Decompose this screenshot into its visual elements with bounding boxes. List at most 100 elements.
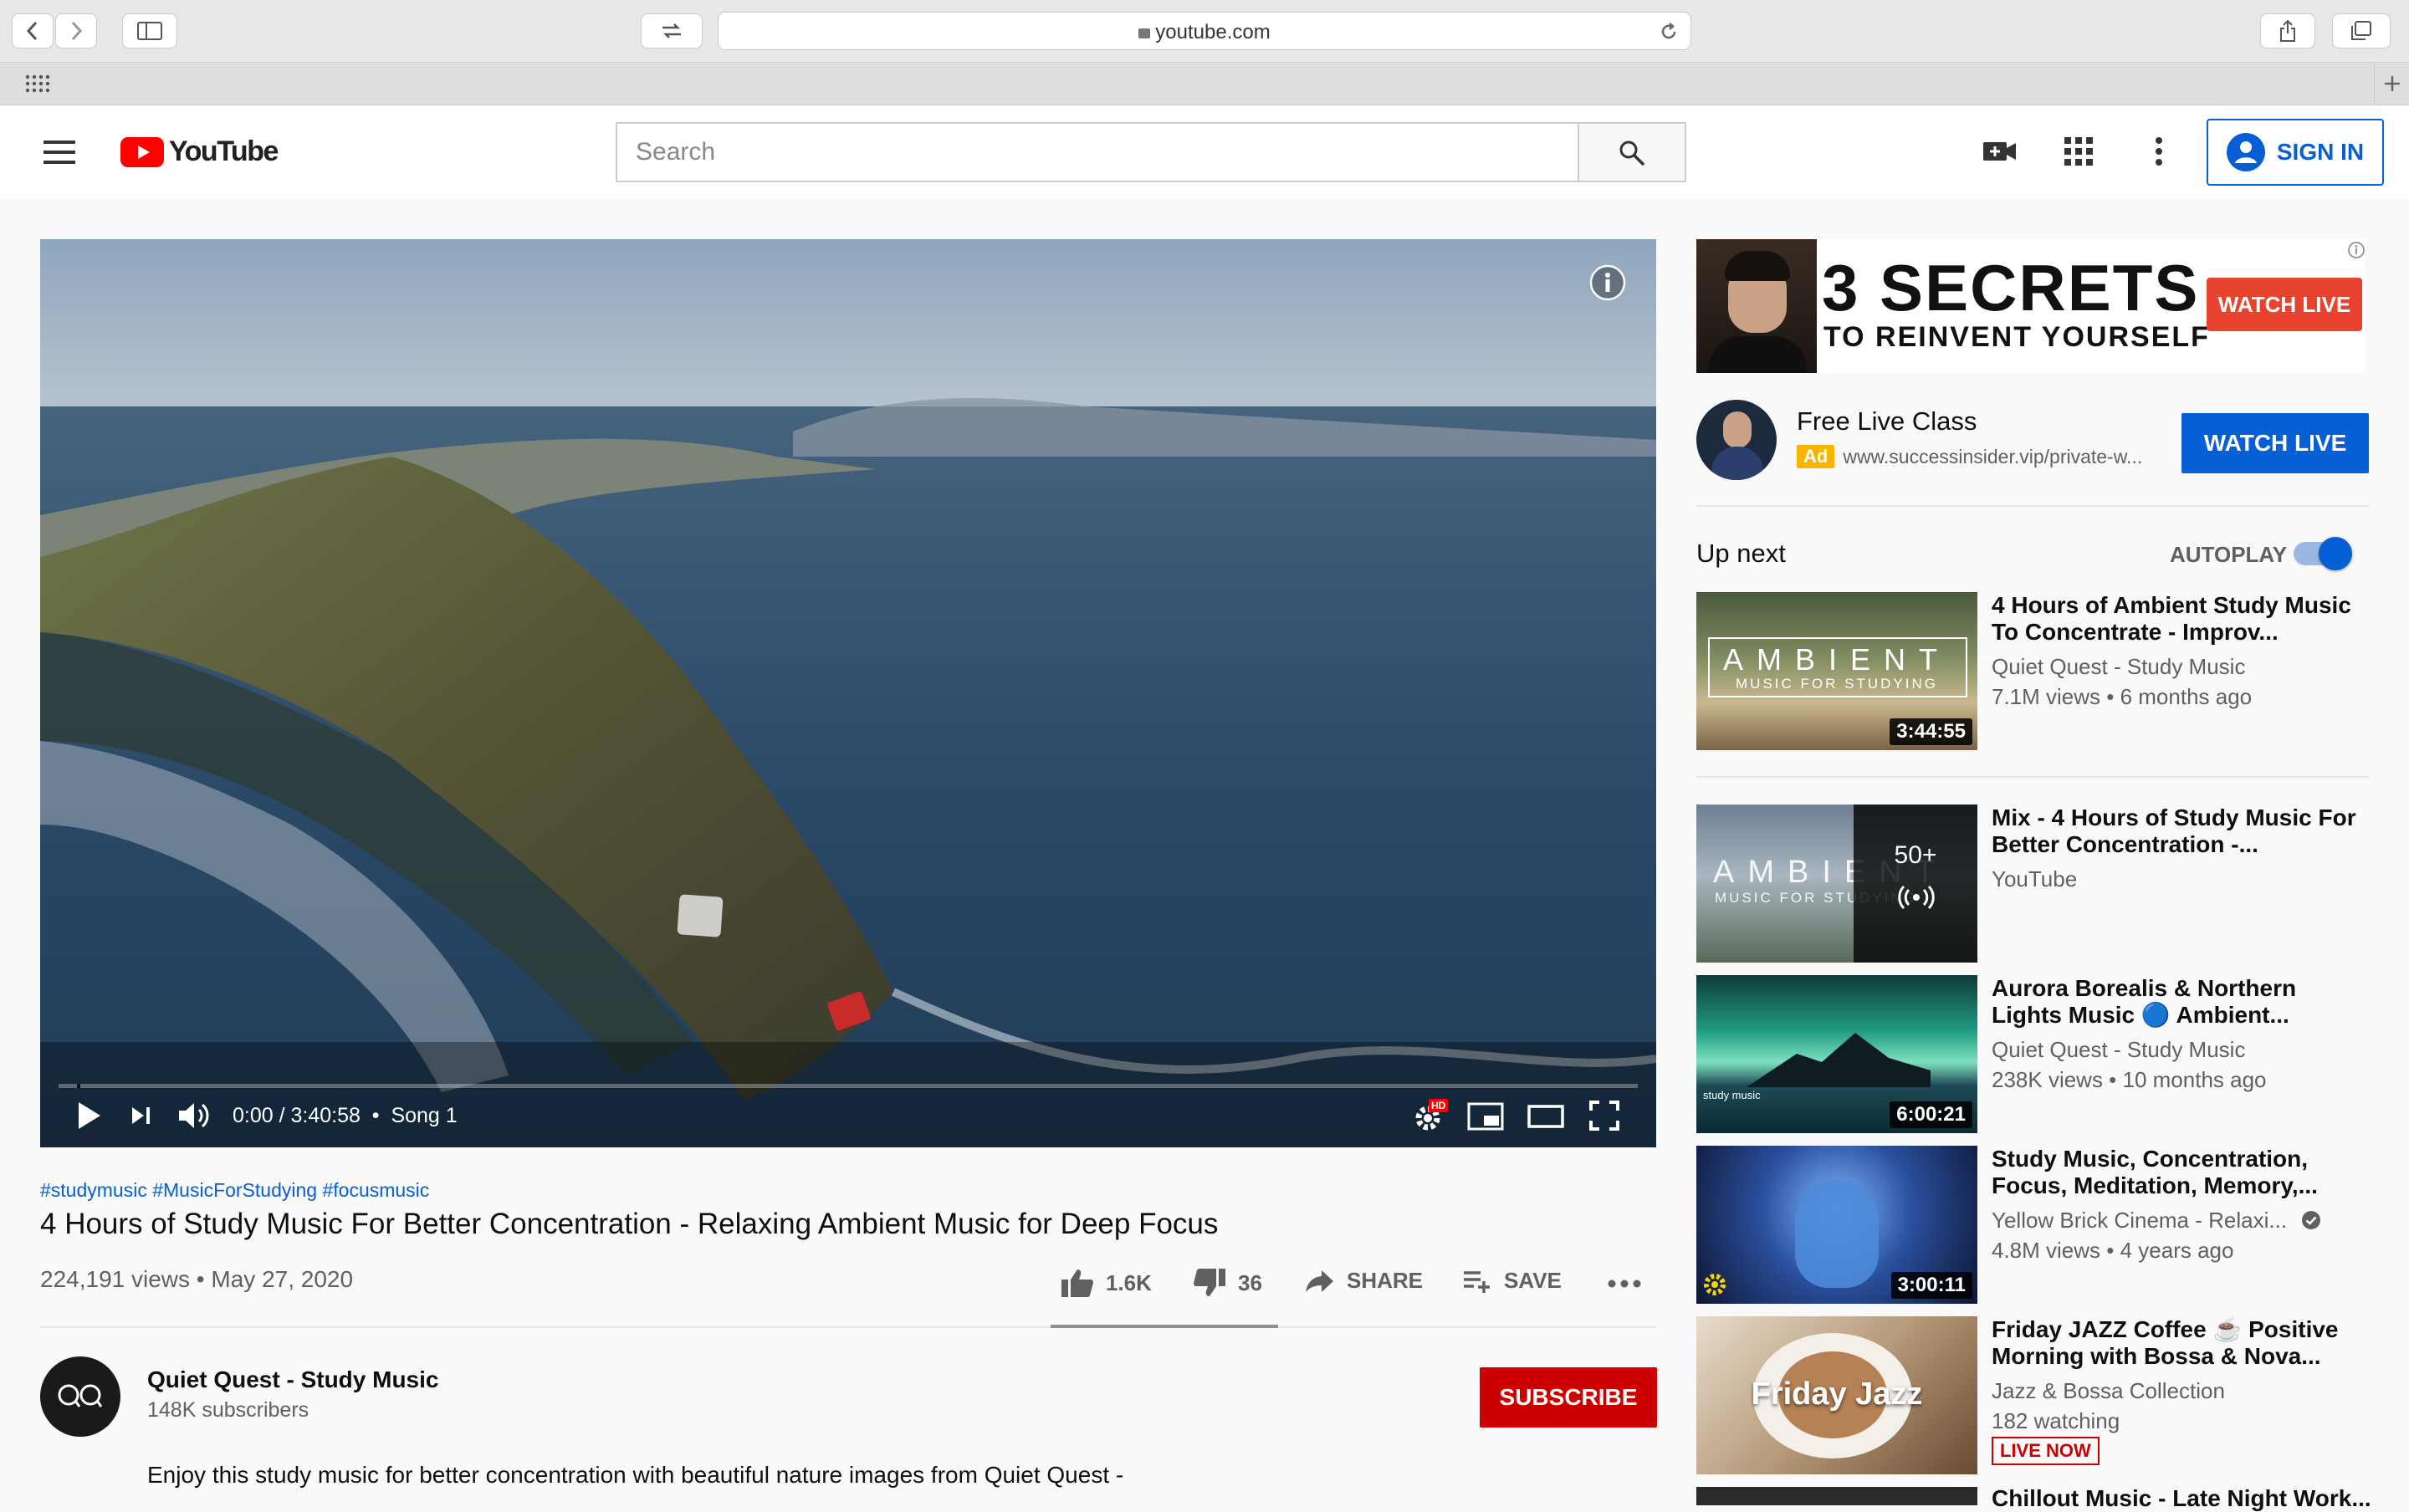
upload-date: May 27, 2020 bbox=[211, 1266, 354, 1292]
volume-icon[interactable] bbox=[177, 1101, 212, 1131]
rec-channel[interactable]: Jazz & Bossa Collection bbox=[1992, 1378, 2225, 1404]
reload-icon[interactable] bbox=[1659, 22, 1679, 42]
subscribe-button[interactable]: SUBSCRIBE bbox=[1480, 1367, 1657, 1428]
info-icon[interactable] bbox=[1589, 264, 1626, 301]
fullscreen-icon[interactable] bbox=[1589, 1101, 1619, 1131]
address-bar[interactable]: youtube.com bbox=[718, 12, 1691, 50]
rec-title[interactable]: Mix - 4 Hours of Study Music For Better … bbox=[1992, 805, 2360, 858]
like-count: 1.6K bbox=[1106, 1269, 1152, 1295]
share-button[interactable]: SHARE bbox=[1305, 1268, 1423, 1294]
video-player[interactable]: 0:00 / 3:40:58 • Song 1 HD bbox=[40, 239, 1656, 1147]
tab-switch-button[interactable] bbox=[641, 13, 703, 49]
rec-title[interactable]: Chillout Music - Late Night Work... bbox=[1992, 1485, 2371, 1512]
channel-avatar[interactable] bbox=[40, 1356, 120, 1437]
view-count: 224,191 views bbox=[40, 1266, 191, 1292]
save-button[interactable]: SAVE bbox=[1462, 1268, 1562, 1294]
time-readout: 0:00 / 3:40:58 bbox=[233, 1104, 361, 1127]
rec-channel[interactable]: Yellow Brick Cinema - Relaxi... bbox=[1992, 1208, 2321, 1234]
hamburger-menu-icon[interactable] bbox=[43, 140, 75, 164]
share-arrow-icon bbox=[1306, 1269, 1333, 1292]
new-tab-button[interactable] bbox=[2374, 63, 2409, 105]
search-input[interactable] bbox=[617, 124, 1578, 181]
rec-thumbnail[interactable]: AMBIENT MUSIC FOR STUDYING 3:44:55 bbox=[1696, 592, 1977, 750]
next-icon[interactable] bbox=[130, 1106, 152, 1126]
grid-apps-icon[interactable] bbox=[25, 74, 50, 93]
apps-grid-icon[interactable] bbox=[2064, 137, 2093, 166]
sidebar-toggle-button[interactable] bbox=[122, 13, 177, 49]
thumb-logo: study music bbox=[1703, 1089, 1761, 1101]
lock-icon bbox=[1138, 28, 1151, 38]
rec-title[interactable]: Friday JAZZ Coffee ☕ Positive Morning wi… bbox=[1992, 1316, 2360, 1370]
gear-icon bbox=[1704, 1274, 1726, 1295]
miniplayer-icon[interactable] bbox=[1467, 1102, 1504, 1131]
ad-title[interactable]: Free Live Class bbox=[1797, 406, 1977, 437]
share-page-button[interactable] bbox=[2260, 13, 2315, 49]
rec-meta: 4.8M views • 4 years ago bbox=[1992, 1238, 2234, 1263]
rec-title[interactable]: 4 Hours of Ambient Study Music To Concen… bbox=[1992, 592, 2360, 646]
chapter-label[interactable]: Song 1 bbox=[391, 1104, 457, 1127]
video-description: Enjoy this study music for better concen… bbox=[147, 1462, 1124, 1488]
swap-arrows-icon bbox=[662, 23, 681, 38]
qq-logo-icon bbox=[58, 1384, 103, 1407]
share-label: SHARE bbox=[1347, 1268, 1424, 1293]
rec-channel[interactable]: Quiet Quest - Study Music bbox=[1992, 1037, 2245, 1063]
rec-thumbnail[interactable]: study music 6:00:21 bbox=[1696, 975, 1977, 1133]
rec-thumbnail[interactable]: Friday Jazz bbox=[1696, 1316, 1977, 1474]
search-button[interactable] bbox=[1578, 122, 1686, 182]
chevron-left-icon bbox=[26, 21, 38, 41]
search-icon bbox=[1619, 140, 1645, 166]
rec-channel[interactable]: YouTube bbox=[1992, 866, 2077, 892]
tabs-overview-button[interactable] bbox=[2332, 13, 2391, 49]
playlist-add-icon bbox=[1464, 1270, 1490, 1293]
sidebar-icon bbox=[137, 22, 162, 40]
thumb-title: Friday Jazz bbox=[1751, 1377, 1923, 1412]
ad-banner-headline: 3 SECRETS bbox=[1822, 251, 2200, 324]
hashtag-link[interactable]: #focusmusic bbox=[322, 1179, 429, 1201]
autoplay-toggle[interactable] bbox=[2294, 537, 2352, 570]
rec-thumbnail[interactable] bbox=[1696, 1487, 1977, 1505]
forward-button[interactable] bbox=[55, 13, 97, 49]
progress-bar[interactable] bbox=[59, 1084, 1638, 1088]
thumb-face bbox=[1795, 1179, 1879, 1288]
channel-name[interactable]: Quiet Quest - Study Music bbox=[147, 1366, 438, 1393]
hashtag-link[interactable]: #MusicForStudying bbox=[152, 1179, 317, 1201]
dislike-count: 36 bbox=[1238, 1269, 1262, 1295]
list-divider bbox=[1696, 776, 2369, 778]
account-circle-icon bbox=[2226, 133, 2265, 171]
ad-banner-cta[interactable]: WATCH LIVE bbox=[2207, 278, 2362, 331]
rec-channel[interactable]: Quiet Quest - Study Music bbox=[1992, 654, 2245, 680]
sign-in-button[interactable]: SIGN IN bbox=[2207, 119, 2384, 186]
hd-badge: HD bbox=[1429, 1099, 1449, 1112]
mix-thumbnail[interactable]: AMBIENT MUSIC FOR STUDYING 50+ bbox=[1696, 805, 1977, 963]
dislike-button[interactable]: 36 bbox=[1193, 1268, 1262, 1298]
like-button[interactable]: 1.6K bbox=[1061, 1268, 1152, 1298]
ad-info-icon[interactable] bbox=[2347, 241, 2366, 259]
youtube-logo[interactable]: YouTube bbox=[120, 135, 279, 168]
browser-toolbar: youtube.com bbox=[0, 0, 2409, 63]
duration-badge: 3:00:11 bbox=[1890, 1272, 1972, 1299]
theater-mode-icon[interactable] bbox=[1527, 1104, 1564, 1129]
autoplay-toggle-knob bbox=[2319, 537, 2352, 570]
advertiser-avatar[interactable] bbox=[1696, 400, 1777, 480]
hashtag-link[interactable]: #studymusic bbox=[40, 1179, 147, 1201]
back-button[interactable] bbox=[12, 13, 54, 49]
more-vertical-icon[interactable] bbox=[2155, 137, 2163, 166]
ad-banner[interactable]: 3 SECRETS TO REINVENT YOURSELF WATCH LIV… bbox=[1696, 239, 2366, 373]
ad-badge: Ad bbox=[1797, 445, 1835, 468]
create-video-icon[interactable] bbox=[1982, 139, 2018, 164]
search-box bbox=[616, 122, 1579, 182]
more-horizontal-icon[interactable] bbox=[1608, 1280, 1641, 1288]
ad-watch-live-button[interactable]: WATCH LIVE bbox=[2181, 413, 2369, 473]
ad-url: www.successinsider.vip/private-w... bbox=[1843, 445, 2143, 467]
rec-meta: 238K views • 10 months ago bbox=[1992, 1067, 2267, 1092]
verified-check-icon bbox=[2302, 1211, 2321, 1229]
chapter-divider bbox=[77, 1084, 80, 1088]
settings-button[interactable]: HD bbox=[1412, 1099, 1449, 1134]
rec-title[interactable]: Aurora Borealis & Northern Lights Music … bbox=[1992, 975, 2360, 1029]
url-text: youtube.com bbox=[719, 21, 1690, 44]
info-divider bbox=[40, 1326, 1656, 1328]
rec-thumbnail[interactable]: 3:00:11 bbox=[1696, 1146, 1977, 1304]
play-icon[interactable] bbox=[75, 1101, 102, 1131]
rec-title[interactable]: Study Music, Concentration, Focus, Medit… bbox=[1992, 1146, 2360, 1199]
up-next-heading: Up next bbox=[1696, 539, 1786, 568]
